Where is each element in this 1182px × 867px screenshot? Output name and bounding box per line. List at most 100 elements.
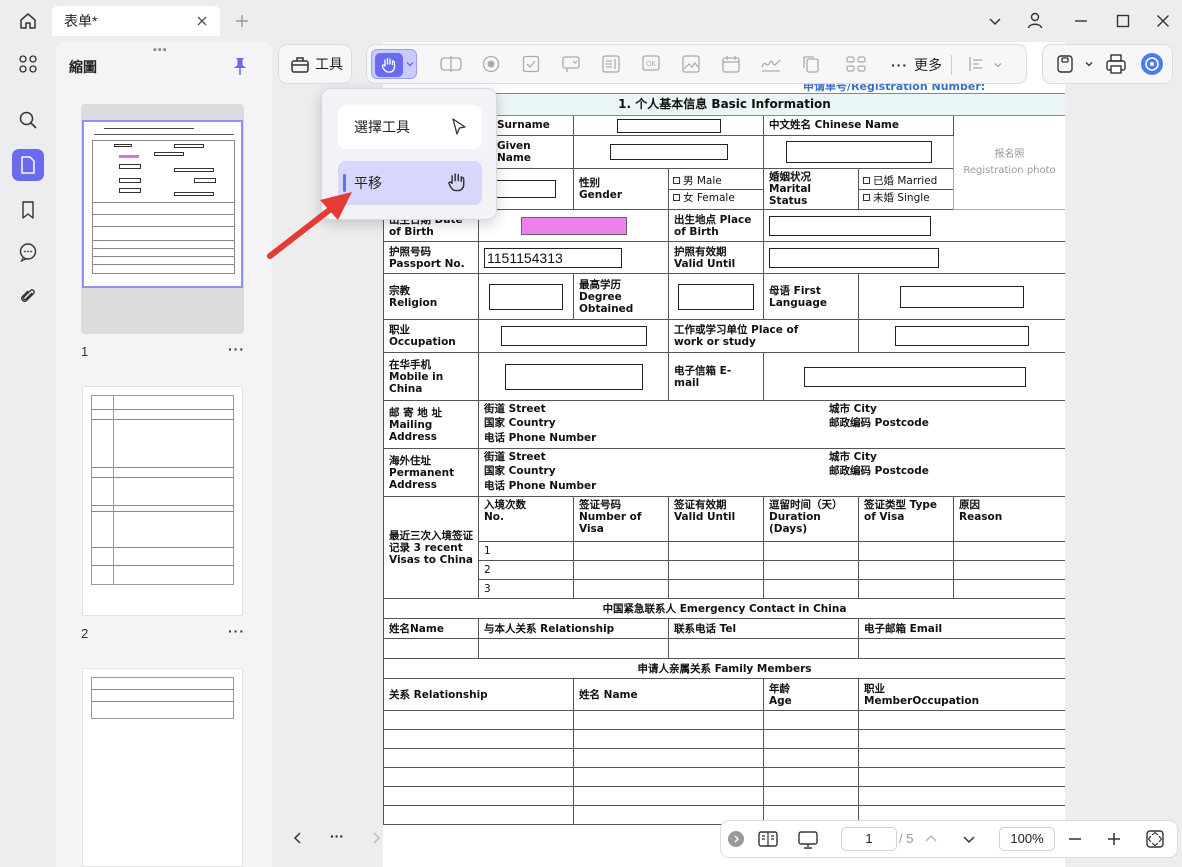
dob-field[interactable] (520, 216, 627, 235)
home-icon[interactable] (16, 10, 40, 32)
pin-icon[interactable] (230, 56, 250, 76)
signature-icon[interactable] (759, 52, 783, 76)
thumbnail-more-button[interactable]: ··· (228, 623, 245, 639)
nav-more-button[interactable]: ··· (330, 828, 344, 844)
radio-button-icon[interactable] (479, 52, 503, 76)
visa-type-header: 签证类型 Type of Visa (864, 499, 938, 524)
pan-tool-button[interactable] (371, 49, 417, 79)
comment-icon[interactable] (12, 236, 44, 268)
duplicate-icon[interactable] (799, 52, 823, 76)
previous-icon[interactable] (290, 830, 306, 846)
new-tab-icon[interactable] (232, 11, 252, 31)
chevron-down-icon[interactable] (405, 59, 415, 69)
ok-button-icon[interactable]: OK (639, 52, 663, 76)
ec-relationship-header: 与本人关系 Relationship (484, 622, 615, 635)
degree-field[interactable] (678, 283, 754, 310)
account-icon[interactable] (1024, 9, 1046, 31)
minimize-icon[interactable] (1070, 10, 1092, 32)
hand-icon (446, 171, 470, 195)
save-icon[interactable] (1053, 52, 1077, 76)
page-number-input[interactable]: 1 (841, 827, 897, 851)
female-option[interactable]: 女 Female (683, 192, 735, 204)
chevron-down-icon[interactable] (1084, 59, 1094, 69)
workplace-field[interactable] (895, 326, 1029, 347)
close-icon[interactable] (1152, 10, 1174, 32)
view-controls-bar: 1 / 5 100% (720, 820, 1178, 858)
grid-icon[interactable] (844, 52, 868, 76)
passport-field[interactable]: 1151154313 (484, 247, 622, 268)
mailing-street: 街道 Street (484, 403, 546, 416)
mailing-city: 城市 City (829, 403, 877, 416)
thumbnail-page-3[interactable] (82, 668, 243, 867)
permanent-street: 街道 Street (484, 451, 546, 464)
list-box-icon[interactable] (599, 52, 623, 76)
permanent-postcode: 邮政编码 Postcode (829, 465, 929, 478)
ai-assistant-icon[interactable] (1140, 52, 1164, 76)
entry-no-header: 入境次数 No. (484, 499, 526, 524)
married-option[interactable]: 已婚 Married (873, 175, 937, 187)
panel-drag-handle[interactable]: ▪▪▪ (153, 44, 168, 56)
right-toolbar (1042, 44, 1173, 84)
main-toolbar: OK ··· 更多 (366, 44, 1027, 84)
next-icon[interactable] (368, 830, 384, 846)
visas-label: 最近三次入境签证记录 3 recent Visas to China (389, 529, 474, 566)
close-tab-icon[interactable] (194, 13, 210, 29)
tools-button[interactable]: 工具 (278, 44, 352, 84)
page-up-icon[interactable] (923, 831, 939, 847)
more-dots-icon: ··· (891, 57, 908, 73)
photo-label: 报名照 (994, 149, 1025, 161)
zoom-out-icon[interactable] (1067, 831, 1083, 847)
ec-name-header: 姓名Name (389, 622, 444, 635)
page-down-icon[interactable] (961, 831, 977, 847)
religion-field[interactable] (489, 283, 563, 310)
maximize-icon[interactable] (1112, 10, 1134, 32)
combo-box-icon[interactable] (559, 52, 583, 76)
thumbnail-more-button[interactable]: ··· (228, 341, 245, 357)
image-field-icon[interactable] (679, 52, 703, 76)
attachment-icon[interactable] (12, 280, 44, 312)
surname-field[interactable] (616, 118, 721, 133)
zoom-in-icon[interactable] (1106, 831, 1122, 847)
align-icon[interactable] (965, 52, 989, 76)
valid-until-field[interactable] (769, 247, 939, 268)
search-icon[interactable] (12, 104, 44, 136)
fm-name-header: 姓名 Name (579, 688, 638, 701)
given-name-field[interactable] (609, 144, 728, 160)
section-basic-info: 1. 个人基本信息 Basic Information (618, 96, 831, 111)
email-field[interactable] (803, 366, 1026, 387)
apps-icon[interactable] (12, 48, 44, 80)
chevron-down-icon[interactable] (984, 10, 1006, 32)
print-icon[interactable] (1104, 52, 1128, 76)
collapse-icon[interactable] (728, 831, 744, 847)
select-tool-option[interactable]: 選擇工具 (338, 105, 482, 149)
svg-text:OK: OK (646, 60, 657, 68)
first-language-field[interactable] (900, 285, 1024, 308)
mobile-field[interactable] (504, 363, 643, 390)
tools-label: 工具 (315, 56, 343, 72)
single-option[interactable]: 未婚 Single (873, 192, 930, 204)
occupation-field[interactable] (500, 326, 647, 347)
text-field-icon[interactable] (439, 52, 463, 76)
bookmark-icon[interactable] (12, 194, 44, 226)
chinese-name-field[interactable] (785, 141, 932, 163)
presentation-icon[interactable] (797, 829, 819, 851)
fit-page-icon[interactable] (1145, 829, 1165, 849)
date-field-icon[interactable] (719, 52, 743, 76)
thumbnail-page-1[interactable] (82, 120, 243, 288)
section-emergency-contact: 中国紧急联系人 Emergency Contact in China (602, 602, 847, 615)
zoom-input[interactable]: 100% (999, 827, 1055, 851)
checkbox-icon[interactable] (519, 52, 543, 76)
pob-field[interactable] (769, 215, 931, 236)
pages-icon[interactable] (12, 149, 44, 181)
male-option[interactable]: 男 Male (683, 175, 722, 187)
reading-mode-icon[interactable] (757, 829, 779, 849)
thumbnail-page-2[interactable] (82, 386, 243, 616)
tab-title: 表单* (64, 13, 98, 29)
duration-header: 逗留时间（天） Duration (Days) (769, 499, 843, 536)
toolbox-icon (289, 53, 311, 75)
document-tab[interactable]: 表单* (52, 6, 220, 36)
ec-email-header: 电子邮箱 Email (864, 622, 943, 635)
gender-label: 性别 Gender (579, 177, 623, 202)
more-button[interactable]: ··· 更多 (891, 55, 942, 75)
chevron-down-icon[interactable] (993, 60, 1003, 70)
